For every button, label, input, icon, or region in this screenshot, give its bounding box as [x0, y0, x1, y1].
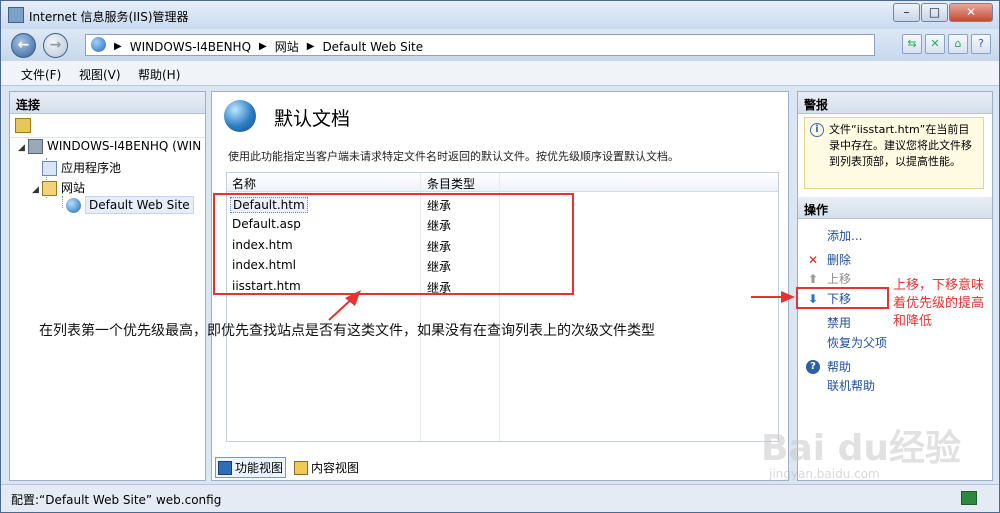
- chevron-right-icon: ▶: [259, 41, 267, 52]
- tab-features-view[interactable]: 功能视图: [215, 457, 287, 478]
- action-move-up[interactable]: ⬆ 上移: [806, 270, 851, 287]
- action-disable[interactable]: 禁用: [806, 314, 851, 331]
- connections-header: 连接: [10, 92, 205, 114]
- tree-item-default-web-site[interactable]: Default Web Site: [66, 196, 194, 214]
- feature-description: 使用此功能指定当客户端未请求特定文件名时返回的默认文件。按优先级顺序设置默认文档…: [228, 150, 679, 163]
- action-remove[interactable]: ✕ 删除: [806, 251, 851, 268]
- connections-panel: 连接 ◢ WINDOWS-I4BENHQ (WIN 应用程序池 ◢ 网站 Defau…: [9, 91, 206, 481]
- tree-item-sites[interactable]: ◢ 网站: [32, 179, 85, 196]
- action-online-help[interactable]: 联机帮助: [806, 377, 875, 394]
- actions-header: 操作: [798, 197, 992, 219]
- chevron-right-icon: ▶: [114, 41, 122, 52]
- default-document-globe-icon: [224, 100, 256, 132]
- baidu-watermark-logo: Bai du经验: [761, 428, 962, 469]
- annotation-arrow-up: [328, 290, 361, 321]
- annotation-move-down-highlight: [796, 287, 889, 309]
- window-title: Internet 信息服务(IIS)管理器: [29, 10, 189, 24]
- annotation-side-text: 上移，下移意味 着优先级的提高 和降低: [893, 278, 985, 329]
- minimize-icon[interactable]: –: [893, 3, 920, 22]
- website-globe-icon: [91, 37, 106, 52]
- alert-message: i 文件“iisstart.htm”在当前目录中存在。建议您将此文件移到列表顶部…: [804, 117, 984, 189]
- features-view-icon: [218, 460, 232, 475]
- title-bar: Internet 信息服务(IIS)管理器 – □ ✕: [1, 1, 999, 29]
- refresh-icon[interactable]: ⇆: [902, 34, 922, 54]
- sites-folder-icon: [42, 181, 57, 196]
- tree-item-server[interactable]: ◢ WINDOWS-I4BENHQ (WIN: [18, 139, 201, 154]
- tree-item-app-pools[interactable]: 应用程序池: [42, 159, 121, 176]
- window-controls: – □ ✕: [892, 3, 993, 22]
- network-status-icon: [961, 491, 977, 505]
- breadcrumb-site[interactable]: Default Web Site: [322, 40, 423, 54]
- view-tabs: 功能视图 内容视图: [215, 457, 367, 478]
- action-help[interactable]: ? 帮助: [806, 358, 851, 375]
- iis-manager-window: Internet 信息服务(IIS)管理器 – □ ✕ ← → ▶ WINDOW…: [0, 0, 1000, 513]
- stop-icon[interactable]: ✕: [925, 34, 945, 54]
- status-text: 配置:“Default Web Site” web.config: [11, 493, 222, 507]
- address-toolbar: ⇆ ✕ ⌂ ?: [899, 34, 991, 54]
- info-icon: i: [810, 123, 824, 137]
- iis-app-icon: [8, 7, 24, 23]
- home-icon[interactable]: ⌂: [948, 34, 968, 54]
- annotation-arrow-right: [751, 291, 795, 303]
- page-title: 默认文档: [274, 108, 351, 130]
- website-globe-icon: [66, 198, 81, 213]
- menu-file[interactable]: 文件(F): [21, 66, 61, 83]
- collapse-icon[interactable]: ◢: [18, 143, 28, 153]
- up-arrow-icon: ⬆: [807, 271, 819, 286]
- delete-x-icon: ✕: [807, 252, 819, 267]
- close-icon[interactable]: ✕: [949, 3, 993, 22]
- menu-bar: 文件(F) 视图(V) 帮助(H): [1, 61, 999, 86]
- help-icon: ?: [806, 359, 820, 374]
- menu-help[interactable]: 帮助(H): [138, 66, 180, 83]
- breadcrumb-server[interactable]: WINDOWS-I4BENHQ: [130, 40, 251, 54]
- address-field[interactable]: ▶ WINDOWS-I4BENHQ ▶ 网站 ▶ Default Web Sit…: [85, 34, 875, 56]
- chevron-right-icon: ▶: [306, 41, 315, 52]
- column-header-name[interactable]: 名称: [232, 175, 256, 192]
- address-bar: ← → ▶ WINDOWS-I4BENHQ ▶ 网站 ▶ Default Web…: [1, 29, 999, 61]
- action-revert-to-parent[interactable]: 恢复为父项: [806, 334, 887, 351]
- status-bar: 配置:“Default Web Site” web.config: [1, 484, 999, 512]
- app-pool-icon: [42, 161, 57, 176]
- content-view-icon: [294, 460, 309, 475]
- tab-content-view[interactable]: 内容视图: [292, 457, 361, 478]
- column-header-entry-type[interactable]: 条目类型: [427, 175, 475, 192]
- watermark-url: jingyan.baidu.com: [769, 467, 880, 481]
- action-add[interactable]: 添加...: [806, 227, 862, 244]
- alerts-header: 警报: [798, 92, 992, 114]
- collapse-icon[interactable]: ◢: [32, 185, 42, 195]
- forward-arrow-icon[interactable]: →: [43, 33, 68, 58]
- list-header: 名称 条目类型: [227, 173, 778, 192]
- help-icon[interactable]: ?: [971, 34, 991, 54]
- connect-icon[interactable]: [15, 118, 31, 133]
- server-icon: [28, 139, 43, 154]
- annotation-list-highlight: [213, 193, 574, 295]
- breadcrumb-sites[interactable]: 网站: [275, 38, 299, 55]
- back-arrow-icon[interactable]: ←: [11, 33, 36, 58]
- maximize-icon[interactable]: □: [921, 3, 948, 22]
- connections-toolbar: [10, 114, 205, 138]
- breadcrumb: ▶ WINDOWS-I4BENHQ ▶ 网站 ▶ Default Web Sit…: [114, 38, 431, 55]
- menu-view[interactable]: 视图(V): [79, 66, 121, 83]
